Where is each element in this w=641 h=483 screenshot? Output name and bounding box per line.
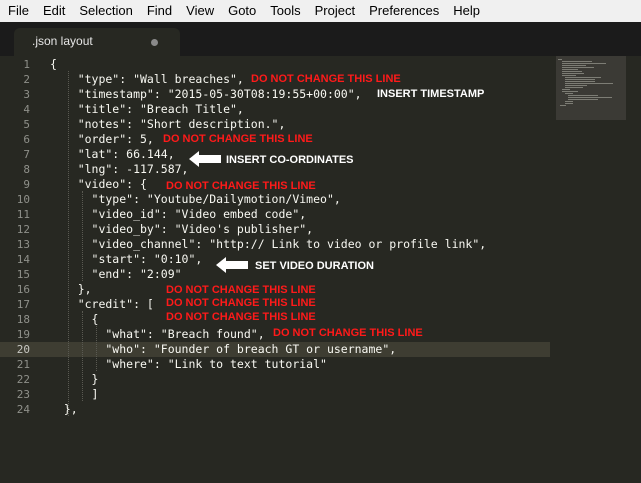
annotation-coordinates: INSERT CO-ORDINATES: [226, 154, 354, 166]
minimap-line: [565, 79, 595, 80]
annotation-order-line: DO NOT CHANGE THIS LINE: [163, 133, 313, 145]
code-line[interactable]: "start": "0:10",: [50, 252, 203, 267]
code-line[interactable]: {: [50, 312, 99, 327]
code-line[interactable]: "type": "Wall breaches",: [50, 72, 244, 87]
vertical-scrollbar[interactable]: [628, 56, 641, 483]
menu-help[interactable]: Help: [446, 0, 487, 22]
minimap-line: [568, 97, 612, 98]
minimap-line: [565, 93, 573, 94]
code-line[interactable]: }: [50, 372, 99, 387]
minimap-line: [565, 81, 595, 82]
tab-title: .json layout: [32, 34, 93, 48]
code-line[interactable]: "lat": 66.144,: [50, 147, 175, 162]
menu-file[interactable]: File: [0, 0, 36, 22]
code-line[interactable]: "video_channel": "http:// Link to video …: [50, 237, 487, 252]
minimap-line: [568, 99, 598, 100]
minimap-line: [565, 87, 583, 88]
minimap-line: [562, 69, 578, 70]
code-line[interactable]: "order": 5,: [50, 132, 154, 147]
minimap-line: [565, 77, 601, 78]
minimap-line: [562, 75, 576, 76]
annotation-timestamp: INSERT TIMESTAMP: [377, 88, 485, 100]
tab-dirty-dot-icon[interactable]: [151, 39, 158, 46]
annotation-type-line: DO NOT CHANGE THIS LINE: [251, 73, 401, 85]
code-line[interactable]: "notes": "Short description.",: [50, 117, 286, 132]
code-line[interactable]: "timestamp": "2015-05-30T08:19:55+00:00"…: [50, 87, 362, 102]
code-editor[interactable]: 1 2 3 4 5 6 7 8 9 10 11 12 13 14 15 16 17 18 19 20 21 22 23 24 …: [0, 56, 641, 483]
annotation-credit-line: DO NOT CHANGE THIS LINE: [166, 297, 316, 309]
minimap-line: [562, 65, 586, 66]
tab-bar: .json layout: [0, 22, 641, 56]
minimap-line: [560, 105, 566, 106]
minimap-line: [565, 83, 613, 84]
minimap-line: [562, 73, 584, 74]
annotation-close-line: DO NOT CHANGE THIS LINE: [166, 284, 316, 296]
menu-find[interactable]: Find: [140, 0, 179, 22]
code-line[interactable]: "video_id": "Video embed code",: [50, 207, 307, 222]
code-line[interactable]: "type": "Youtube/Dailymotion/Vimeo",: [50, 192, 341, 207]
minimap-line: [562, 91, 578, 92]
code-line[interactable]: "video": {: [50, 177, 147, 192]
left-arrow-icon: [189, 151, 221, 167]
annotation-what-line: DO NOT CHANGE THIS LINE: [273, 327, 423, 339]
menu-goto[interactable]: Goto: [221, 0, 263, 22]
menu-project[interactable]: Project: [308, 0, 362, 22]
code-line[interactable]: "video_by": "Video's publisher",: [50, 222, 314, 237]
minimap-line: [562, 67, 594, 68]
code-line[interactable]: "title": "Breach Title",: [50, 102, 244, 117]
menu-tools[interactable]: Tools: [263, 0, 307, 22]
code-line[interactable]: "end": "2:09": [50, 267, 182, 282]
annotation-video-duration: SET VIDEO DURATION: [255, 260, 374, 272]
minimap-line: [558, 59, 562, 60]
tab-json-layout[interactable]: .json layout: [14, 28, 180, 56]
code-line[interactable]: {: [50, 57, 57, 72]
code-line[interactable]: },: [50, 282, 92, 297]
code-line[interactable]: "credit": [: [50, 297, 154, 312]
code-line[interactable]: "lng": -117.587,: [50, 162, 189, 177]
minimap-line: [568, 95, 598, 96]
menu-selection[interactable]: Selection: [72, 0, 139, 22]
minimap[interactable]: [556, 56, 626, 120]
code-line[interactable]: },: [50, 402, 78, 417]
minimap-line: [562, 61, 592, 62]
menu-preferences[interactable]: Preferences: [362, 0, 446, 22]
code-line[interactable]: "where": "Link to text tutorial": [50, 357, 327, 372]
code-line[interactable]: ]: [50, 387, 99, 402]
annotation-brace-line: DO NOT CHANGE THIS LINE: [166, 311, 316, 323]
code-line[interactable]: "who": "Founder of breach GT or username…: [50, 342, 396, 357]
menu-edit[interactable]: Edit: [36, 0, 72, 22]
code-line[interactable]: "what": "Breach found",: [50, 327, 264, 342]
left-arrow-icon: [216, 257, 248, 273]
minimap-line: [562, 71, 582, 72]
minimap-line: [565, 103, 573, 104]
minimap-line: [565, 101, 573, 102]
minimap-line: [565, 85, 587, 86]
menu-view[interactable]: View: [179, 0, 221, 22]
minimap-line: [562, 63, 606, 64]
annotation-video-line: DO NOT CHANGE THIS LINE: [166, 180, 316, 192]
minimap-line: [562, 89, 570, 90]
menu-bar: File Edit Selection Find View Goto Tools…: [0, 0, 641, 23]
